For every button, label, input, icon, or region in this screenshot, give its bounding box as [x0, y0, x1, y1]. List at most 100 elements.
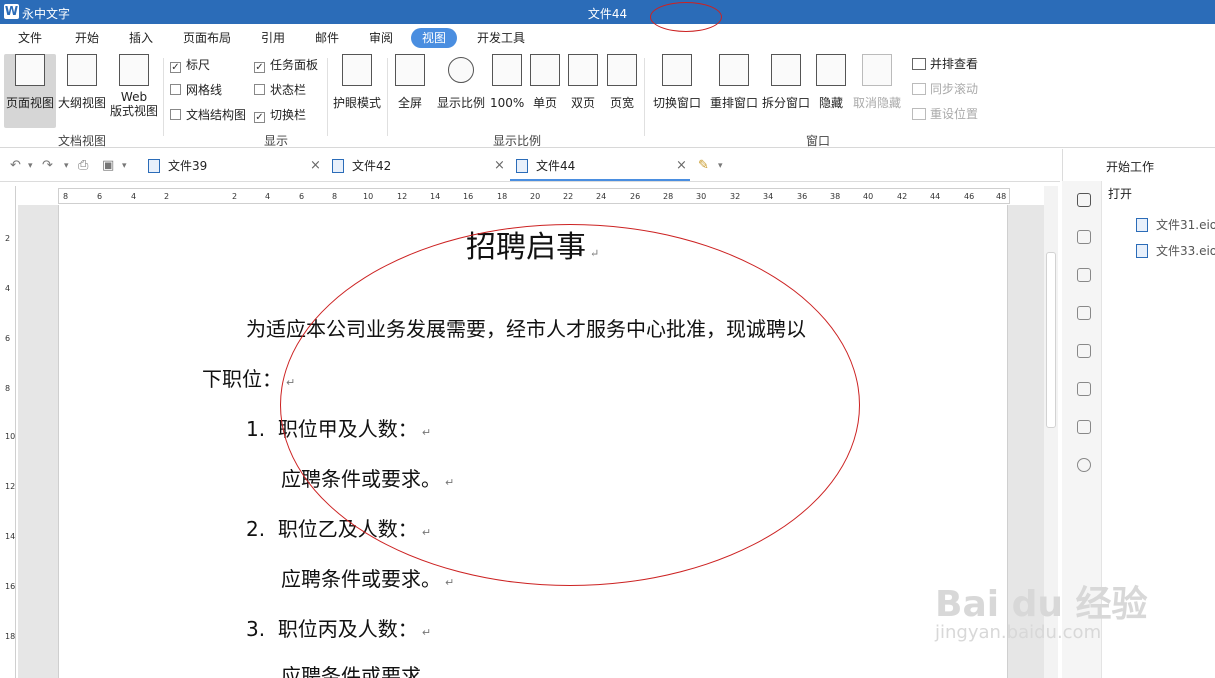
checkbox-gridlines[interactable]: 网格线	[170, 82, 222, 98]
intro-line2-text: 下职位：	[202, 367, 282, 391]
ruler-tick: 14	[5, 532, 16, 541]
checkbox-gridlines-label: 网格线	[186, 83, 223, 97]
reset-position-button[interactable]: 重设位置	[912, 105, 978, 123]
ruler-tick: 40	[863, 192, 874, 201]
page-width-icon	[607, 54, 637, 86]
document-icon	[148, 159, 160, 173]
tab-view[interactable]: 视图	[411, 28, 458, 48]
reset-position-label: 重设位置	[930, 107, 979, 121]
chevron-down-icon[interactable]: ▾	[64, 161, 69, 171]
close-icon[interactable]: ×	[676, 153, 687, 179]
list-item[interactable]: 3. 职位丙及人数： ↵	[246, 613, 431, 642]
edit-icon[interactable]	[1077, 420, 1091, 434]
save-icon[interactable]: ▣	[102, 158, 114, 173]
fullscreen-icon	[395, 54, 425, 86]
checkbox-ruler[interactable]: ✓ 标尺	[170, 57, 210, 73]
list-item-detail[interactable]: 应聘条件或要求。	[281, 660, 441, 678]
document-tab[interactable]: 文件39 ×	[148, 153, 323, 181]
ruler-tick: 10	[363, 192, 374, 201]
copy-icon[interactable]	[1077, 382, 1091, 396]
checkbox-status-bar[interactable]: 状态栏	[254, 82, 306, 98]
task-pane-title: 开始工作	[1106, 160, 1155, 174]
hide-window-button[interactable]: 隐藏	[815, 54, 847, 128]
side-by-side-label: 并排查看	[930, 57, 979, 71]
menu-bar: 文件 开始 插入 页面布局 引用 邮件 审阅 视图 开发工具	[0, 24, 1215, 50]
checkbox-ruler-label: 标尺	[186, 58, 211, 72]
ruler-tick: 4	[265, 192, 271, 201]
ruler-tick: 44	[930, 192, 941, 201]
tab-mailings[interactable]: 邮件	[307, 28, 347, 48]
scrollbar-thumb[interactable]	[1046, 252, 1056, 428]
styles-icon[interactable]	[1077, 268, 1091, 282]
customize-toolbar-icon[interactable]: ▾	[122, 161, 127, 171]
group-label-window: 窗口	[806, 134, 831, 148]
fullscreen-button[interactable]: 全屏	[392, 54, 428, 128]
arrange-windows-button[interactable]: 重排窗口	[708, 54, 760, 128]
close-icon[interactable]: ×	[494, 153, 505, 179]
document-tab-strip: ↶ ▾ ↷ ▾ ⎙ ▣ ▾ 文件39 × 文件42 × 文件44 × ✎ ▾	[0, 149, 1060, 182]
recent-file-item[interactable]: 文件33.eio	[1136, 242, 1215, 259]
print-preview-icon[interactable]: ⎙	[78, 158, 88, 173]
side-by-side-button[interactable]: 并排查看	[912, 55, 978, 73]
eye-care-icon	[342, 54, 372, 86]
chevron-down-icon[interactable]: ▾	[28, 161, 33, 171]
window-title: 文件44	[587, 7, 628, 21]
group-label-zoom: 显示比例	[493, 134, 542, 148]
tab-references[interactable]: 引用	[253, 28, 293, 48]
tab-insert[interactable]: 插入	[121, 28, 161, 48]
page-view-icon	[15, 54, 45, 86]
undo-icon[interactable]: ↶	[10, 158, 21, 173]
document-icon	[332, 159, 344, 173]
annotation-ellipse-title	[650, 2, 722, 32]
new-document-icon[interactable]: ✎	[698, 158, 709, 173]
tab-page-layout[interactable]: 页面布局	[175, 28, 239, 48]
page-view-button[interactable]: 页面视图	[4, 54, 56, 128]
tab-developer[interactable]: 开发工具	[469, 28, 533, 48]
document-tab[interactable]: 文件42 ×	[332, 153, 507, 181]
checked-icon: ✓	[170, 62, 181, 73]
single-page-button[interactable]: 单页	[529, 54, 561, 128]
pen-icon[interactable]	[1077, 193, 1091, 207]
checkbox-switch-bar-label: 切换栏	[270, 108, 307, 122]
single-page-icon	[530, 54, 560, 86]
two-pages-button[interactable]: 双页	[567, 54, 599, 128]
checkbox-doc-map[interactable]: 文档结构图	[170, 107, 246, 123]
tab-file[interactable]: 文件	[10, 28, 50, 48]
redo-icon[interactable]: ↷	[42, 158, 53, 173]
help-icon[interactable]	[1077, 458, 1091, 472]
side-by-side-icon	[912, 58, 926, 70]
recent-file-item[interactable]: 文件31.eio	[1136, 216, 1215, 233]
horizontal-ruler[interactable]: 8 6 4 2 2 4 6 8 10 12 14 16 18 20 22 24 …	[58, 188, 1010, 204]
document-tab-active[interactable]: 文件44 ×	[510, 153, 690, 181]
list-item-detail[interactable]: 应聘条件或要求。 ↵	[281, 563, 454, 592]
ruler-tick: 14	[430, 192, 441, 201]
ruler-tick: 38	[830, 192, 841, 201]
switch-window-button[interactable]: 切换窗口	[650, 54, 704, 128]
tab-home[interactable]: 开始	[67, 28, 107, 48]
zoom-button[interactable]: 显示比例	[434, 54, 488, 128]
ruler-tick: 16	[5, 582, 16, 591]
checkbox-task-pane[interactable]: ✓ 任务面板	[254, 57, 318, 73]
ruler-tick: 30	[696, 192, 707, 201]
vertical-ruler[interactable]: 2 4 6 8 10 12 14 16 18	[2, 186, 16, 678]
ruler-tick: 32	[730, 192, 741, 201]
sync-scroll-button[interactable]: 同步滚动	[912, 80, 978, 98]
close-icon[interactable]: ×	[310, 153, 321, 179]
ruler-tick: 12	[397, 192, 408, 201]
outline-view-button[interactable]: 大纲视图	[56, 54, 108, 128]
unhide-window-button[interactable]: 取消隐藏	[851, 54, 903, 128]
split-window-button[interactable]: 拆分窗口	[760, 54, 812, 128]
clipboard-icon[interactable]	[1077, 344, 1091, 358]
list-number: 1.	[246, 417, 266, 441]
page-width-button[interactable]: 页宽	[606, 54, 638, 128]
tab-review[interactable]: 审阅	[361, 28, 401, 48]
lock-icon[interactable]	[1077, 306, 1091, 320]
page-view-label: 页面视图	[5, 96, 54, 110]
chevron-down-icon[interactable]: ▾	[718, 161, 723, 171]
list-item-req: 应聘条件或要求。	[281, 567, 441, 591]
zoom-100-button[interactable]: 100%	[490, 54, 524, 128]
checkbox-switch-bar[interactable]: ✓ 切换栏	[254, 107, 306, 123]
settings-sliders-icon[interactable]	[1077, 230, 1091, 244]
eye-care-mode-button[interactable]: 护眼模式	[330, 54, 384, 128]
web-layout-view-button[interactable]: Web 版式视图	[108, 54, 160, 128]
